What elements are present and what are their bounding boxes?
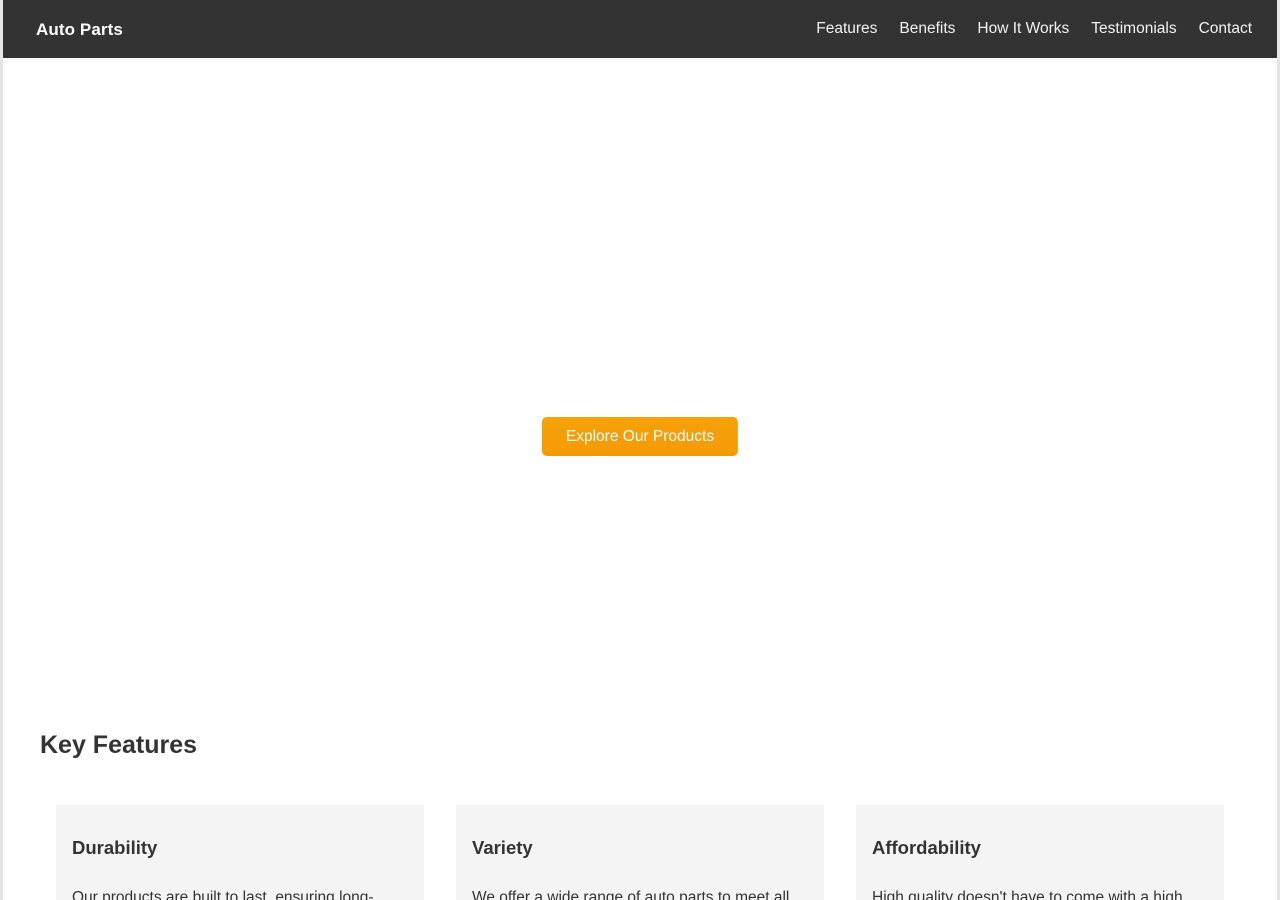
hero-section: Explore Our Products — [3, 58, 1277, 700]
feature-card-affordability: Affordability High quality doesn't have … — [856, 805, 1224, 900]
feature-card-variety: Variety We offer a wide range of auto pa… — [456, 805, 824, 900]
page-root: Auto Parts Features Benefits How It Work… — [0, 0, 1280, 900]
feature-card-title: Durability — [72, 837, 158, 858]
nav-item-features[interactable]: Features — [816, 21, 877, 37]
nav-item-contact[interactable]: Contact — [1199, 21, 1252, 37]
nav-item-how-it-works[interactable]: How It Works — [977, 21, 1069, 37]
nav-item-benefits[interactable]: Benefits — [899, 21, 955, 37]
feature-card-title: Variety — [472, 837, 533, 858]
explore-products-button[interactable]: Explore Our Products — [541, 417, 739, 456]
site-logo[interactable]: Auto Parts — [36, 21, 123, 38]
feature-card-durability: Durability Our products are built to las… — [56, 805, 424, 900]
feature-card-title: Affordability — [872, 837, 981, 858]
features-section: Key Features Durability Our products are… — [3, 700, 1277, 900]
feature-card-text: High quality doesn't have to come with a… — [872, 888, 1183, 900]
main-navigation: Features Benefits How It Works Testimoni… — [816, 21, 1252, 37]
site-header: Auto Parts Features Benefits How It Work… — [3, 0, 1277, 58]
features-section-title: Key Features — [40, 731, 198, 759]
feature-card-list: Durability Our products are built to las… — [3, 758, 1277, 900]
nav-item-testimonials[interactable]: Testimonials — [1091, 21, 1176, 37]
feature-card-text: We offer a wide range of auto parts to m… — [472, 888, 790, 900]
feature-card-text: Our products are built to last, ensuring… — [72, 888, 374, 900]
